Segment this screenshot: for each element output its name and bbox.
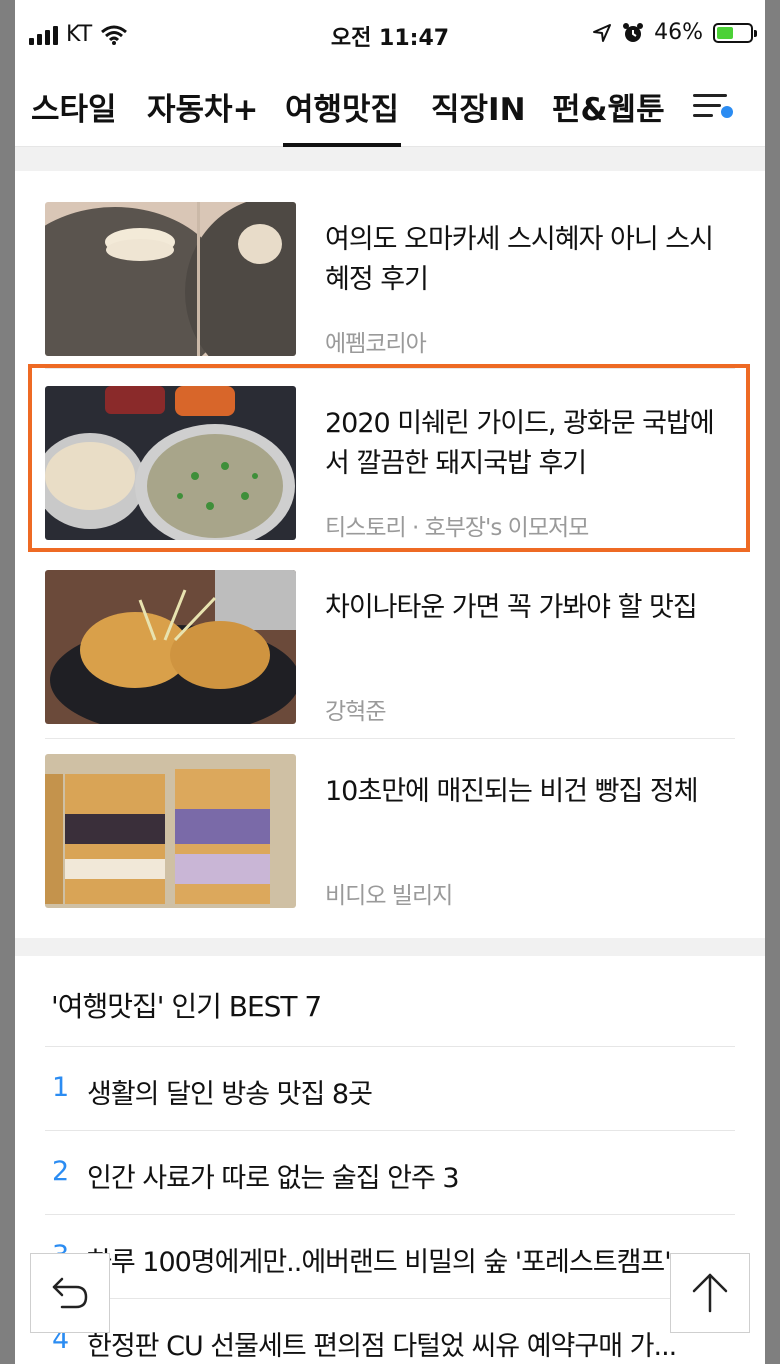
article-source: 비디오 빌리지 <box>325 883 453 909</box>
back-button[interactable] <box>30 1253 110 1333</box>
article-item[interactable]: 차이나타운 가면 꼭 가봐야 할 맛집 강혁준 <box>15 552 765 736</box>
best-item-text: 한정판 CU 선물세트 편의점 다털었 씨유 예약구매 가... <box>87 1331 677 1362</box>
undo-arrow-icon <box>52 1277 88 1309</box>
article-source: 에펨코리아 <box>325 331 427 357</box>
article-title: 차이나타운 가면 꼭 가봐야 할 맛집 <box>325 592 698 623</box>
best-section-title: '여행맛집' 인기 BEST 7 <box>51 990 322 1023</box>
best-list-item[interactable]: 2 인간 사료가 따로 없는 술집 안주 3 <box>15 1131 765 1215</box>
screen: KT 오전 11:47 46% 스타일 자동차+ 여행맛집 직장IN 펀&웹툰 … <box>15 0 765 1364</box>
section-gap <box>15 147 765 171</box>
article-title: 여의도 오마카세 스시혜자 아니 스시혜정 후기 <box>325 224 714 295</box>
article-thumbnail <box>45 202 296 356</box>
alarm-icon <box>623 22 644 42</box>
best-list-item[interactable]: 3 하루 100명에게만..에버랜드 비밀의 숲 '포레스트캠프' <box>15 1215 765 1299</box>
menu-icon[interactable] <box>693 88 733 122</box>
tab-style[interactable]: 스타일 <box>31 84 117 129</box>
status-bar: KT 오전 11:47 46% <box>15 0 765 66</box>
best-list-item[interactable]: 1 생활의 달인 방송 맛집 8곳 <box>15 1047 765 1131</box>
section-gap <box>15 938 765 956</box>
tab-auto[interactable]: 자동차+ <box>147 84 259 129</box>
location-icon <box>593 23 612 42</box>
selection-highlight <box>28 364 750 552</box>
article-title: 10초만에 매진되는 비건 빵집 정체 <box>325 776 699 807</box>
arrow-up-icon <box>692 1273 728 1313</box>
rank-number: 1 <box>52 1072 70 1103</box>
tab-fun-webtoon[interactable]: 펀&웹툰 <box>552 84 665 129</box>
article-thumbnail <box>45 570 296 724</box>
article-item[interactable]: 여의도 오마카세 스시혜자 아니 스시혜정 후기 에펨코리아 <box>15 184 765 368</box>
battery-percent: 46% <box>654 20 703 45</box>
rank-number: 2 <box>52 1156 70 1187</box>
category-tabs: 스타일 자동차+ 여행맛집 직장IN 펀&웹툰 <box>15 66 765 147</box>
article-item[interactable]: 10초만에 매진되는 비건 빵집 정체 비디오 빌리지 <box>15 736 765 920</box>
tab-travel-food[interactable]: 여행맛집 <box>282 84 402 147</box>
best-list-item[interactable]: 4 한정판 CU 선물세트 편의점 다털었 씨유 예약구매 가... <box>15 1299 765 1364</box>
notification-bell-icon <box>721 106 733 118</box>
scroll-top-button[interactable] <box>670 1253 750 1333</box>
battery-icon <box>713 22 757 43</box>
article-source: 강혁준 <box>325 699 386 725</box>
article-thumbnail <box>45 754 296 908</box>
best-item-text: 생활의 달인 방송 맛집 8곳 <box>87 1079 373 1110</box>
best-item-text: 인간 사료가 따로 없는 술집 안주 3 <box>87 1163 460 1194</box>
best-item-text: 하루 100명에게만..에버랜드 비밀의 숲 '포레스트캠프' <box>87 1247 672 1278</box>
tab-work[interactable]: 직장IN <box>431 84 526 129</box>
